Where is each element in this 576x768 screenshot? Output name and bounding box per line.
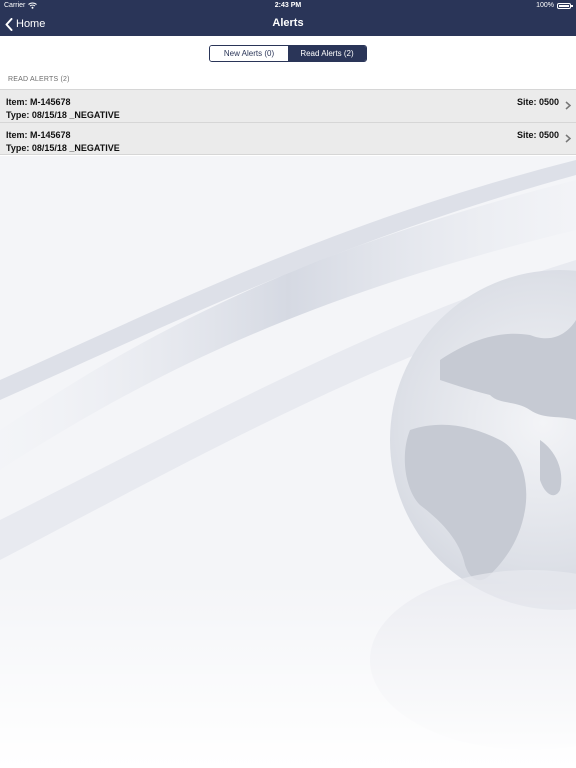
alerts-segmented-control: New Alerts (0) Read Alerts (2) <box>209 45 367 62</box>
chevron-right-icon <box>565 101 571 110</box>
status-time: 2:43 PM <box>274 2 302 9</box>
alert-type: Type: 08/15/18 _NEGATIVE <box>6 143 120 153</box>
tab-new-alerts[interactable]: New Alerts (0) <box>210 46 288 61</box>
tab-read-alerts[interactable]: Read Alerts (2) <box>288 46 366 61</box>
section-header: READ ALERTS (2) <box>8 76 70 83</box>
alert-row[interactable]: Item: M-145678 Type: 08/15/18 _NEGATIVE … <box>0 122 576 155</box>
page-title: Alerts <box>272 17 304 29</box>
status-bar: Carrier 2:43 PM 100% <box>0 0 576 13</box>
alert-type: Type: 08/15/18 _NEGATIVE <box>6 110 120 120</box>
battery-percent: 100% <box>536 2 554 9</box>
battery-icon <box>557 2 573 9</box>
chevron-right-icon <box>565 134 571 143</box>
navigation-header: Carrier 2:43 PM 100% Home Alerts <box>0 0 576 36</box>
alert-item: Item: M-145678 <box>6 97 71 107</box>
status-battery: 100% <box>536 2 573 9</box>
alert-site: Site: 0500 <box>516 97 559 107</box>
alerts-list: Item: M-145678 Type: 08/15/18 _NEGATIVE … <box>0 89 576 155</box>
alert-item: Item: M-145678 <box>6 130 71 140</box>
alert-site: Site: 0500 <box>516 130 559 140</box>
alert-row[interactable]: Item: M-145678 Type: 08/15/18 _NEGATIVE … <box>0 89 576 122</box>
